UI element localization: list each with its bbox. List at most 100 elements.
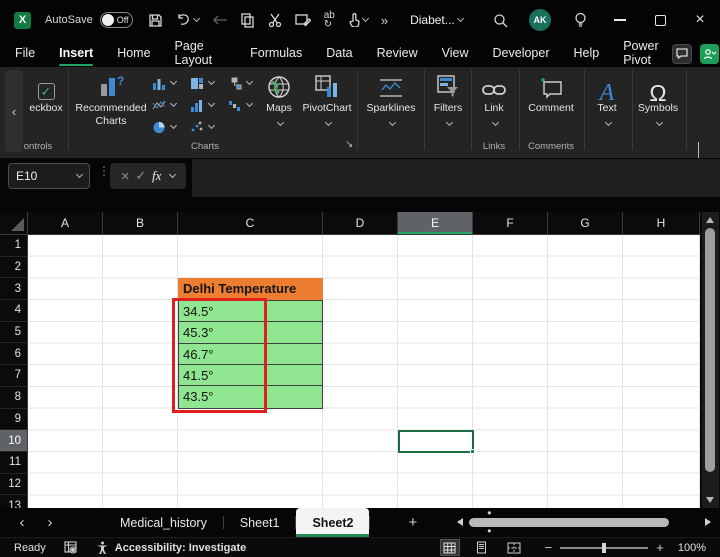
column-header-d[interactable]: D [323,212,398,234]
touch-mode-dropdown-icon[interactable] [362,15,369,22]
cell-c3-title[interactable]: Delhi Temperature [178,278,323,300]
green-cell[interactable] [265,365,322,386]
row-header-12[interactable]: 12 [0,474,27,496]
ribbon-tab-formulas[interactable]: Formulas [250,41,302,66]
row-header-11[interactable]: 11 [0,452,27,474]
vertical-scroll-thumb[interactable] [705,228,715,472]
charts-dialog-launcher-icon[interactable]: ↘ [345,139,353,150]
copy-icon[interactable] [241,13,255,28]
ribbon-tab-developer[interactable]: Developer [493,41,550,66]
green-cell[interactable] [265,344,322,365]
row-header-10[interactable]: 10 [0,430,27,452]
ribbon-tab-review[interactable]: Review [377,41,418,66]
row-header-9[interactable]: 9 [0,409,27,431]
filters-button[interactable]: Filters [426,70,470,129]
next-sheet-icon[interactable]: › [36,514,64,531]
grid-cells[interactable]: Delhi Temperature 34.5°45.3°46.7°41.5°43… [28,235,700,508]
name-box[interactable]: E10 [8,163,90,189]
formula-bar-drag-handle[interactable]: ⋮ [98,167,110,176]
column-header-h[interactable]: H [623,212,700,234]
touch-mode-icon[interactable] [348,13,368,27]
ribbon-tab-home[interactable]: Home [117,41,150,66]
row-header-5[interactable]: 5 [0,322,27,344]
zoom-in-icon[interactable]: + [656,540,664,555]
row-header-1[interactable]: 1 [0,235,27,257]
cut-icon[interactable] [268,13,282,28]
macro-record-icon[interactable] [64,541,78,554]
share-button[interactable] [700,44,719,64]
symbols-button[interactable]: Ω Symbols [634,70,682,129]
zoom-slider-thumb[interactable] [602,543,606,553]
row-header-4[interactable]: 4 [0,300,27,322]
column-headers[interactable]: ABCDEFGH [28,212,700,235]
ribbon-tab-view[interactable]: View [442,41,469,66]
redo-icon[interactable] [212,14,228,26]
undo-dropdown-icon[interactable] [193,15,200,22]
zoom-out-icon[interactable]: − [545,540,553,555]
column-header-a[interactable]: A [28,212,103,234]
row-header-7[interactable]: 7 [0,365,27,387]
checkbox-insert-button[interactable]: ✓ eckbox [24,70,68,115]
formula-input[interactable] [192,159,720,197]
accessibility-icon[interactable] [96,541,109,554]
scroll-up-icon[interactable] [706,217,714,223]
accessibility-status[interactable]: Accessibility: Investigate [115,542,246,554]
autosave-toggle[interactable]: Off [100,12,133,28]
horizontal-scroll-thumb[interactable] [469,518,669,527]
ribbon-tab-insert[interactable]: Insert [59,41,93,66]
document-title[interactable]: Diabet... [410,13,463,27]
scroll-right-icon[interactable] [705,518,711,526]
selected-cell-e10[interactable] [398,430,474,453]
row-header-2[interactable]: 2 [0,257,27,279]
pivotchart-button[interactable]: PivotChart [298,70,356,129]
scroll-down-icon[interactable] [706,497,714,503]
whats-new-lightbulb-icon[interactable] [560,0,600,40]
text-button[interactable]: A Text [586,70,628,129]
green-cell[interactable] [265,301,322,322]
row-header-13[interactable]: 13 [0,495,27,508]
sheet-tab-sheet2[interactable]: Sheet2 [296,508,369,537]
column-header-e[interactable]: E [398,212,473,234]
format-painter-icon[interactable] [295,13,311,27]
column-header-g[interactable]: G [548,212,623,234]
row-header-8[interactable]: 8 [0,387,27,409]
sheet-tab-medical_history[interactable]: Medical_history [104,508,223,537]
fx-dropdown-icon[interactable] [169,171,176,178]
green-cell[interactable] [265,386,322,407]
cancel-icon[interactable]: × [121,168,130,185]
scatter-line-chart-icon[interactable] [152,95,190,115]
sparklines-button[interactable]: Sparklines [360,70,422,129]
recommended-charts-button[interactable]: ? Recommended Charts [72,70,150,128]
ribbon-scroll-left[interactable]: ‹ [5,70,23,152]
zoom-slider[interactable] [560,547,648,549]
treemap-chart-icon[interactable] [190,73,228,93]
enter-icon[interactable]: ✓ [135,168,146,184]
normal-view-icon[interactable] [441,540,459,555]
prev-sheet-icon[interactable]: ‹ [8,514,36,531]
column-header-f[interactable]: F [473,212,548,234]
column-header-c[interactable]: C [178,212,323,234]
ribbon-tab-help[interactable]: Help [574,41,600,66]
row-header-3[interactable]: 3 [0,278,27,300]
page-break-preview-icon[interactable] [505,540,523,555]
close-button[interactable]: × [680,0,720,40]
comment-button[interactable]: Comment [522,70,580,115]
green-cell[interactable] [265,322,322,343]
column-header-b[interactable]: B [103,212,178,234]
comments-button[interactable] [672,44,692,64]
scatter-chart-icon[interactable] [190,117,228,137]
maps-button[interactable]: Maps [258,70,300,129]
more-commands-icon[interactable]: » [381,13,388,28]
fill-handle[interactable] [470,449,475,454]
page-layout-view-icon[interactable] [473,540,491,555]
horizontal-scrollbar[interactable] [455,512,713,533]
save-icon[interactable] [148,13,163,28]
histogram-chart-icon[interactable] [190,95,228,115]
row-header-6[interactable]: 6 [0,343,27,365]
select-all-corner[interactable] [0,212,28,235]
spelling-icon[interactable]: ab↻ [324,11,335,29]
new-sheet-button[interactable]: + [408,514,417,531]
vertical-scrollbar[interactable] [702,212,719,508]
ribbon-tab-data[interactable]: Data [326,41,352,66]
scroll-left-icon[interactable] [457,518,463,526]
